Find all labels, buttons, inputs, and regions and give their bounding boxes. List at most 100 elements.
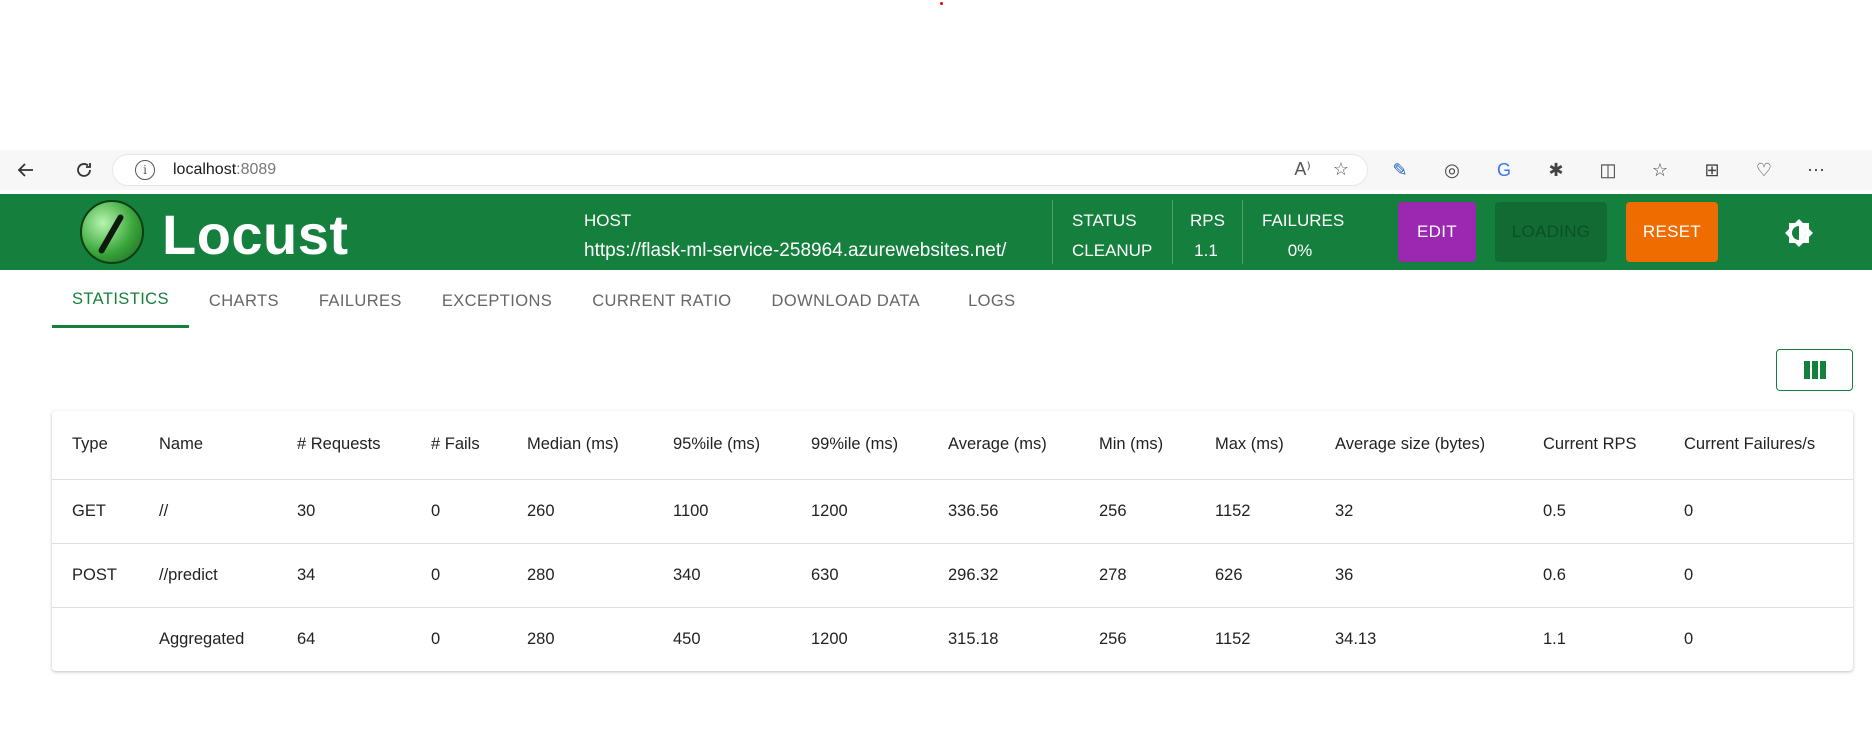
failures-block: FAILURES 0% <box>1262 206 1345 266</box>
column-header[interactable]: Average size (bytes) <box>1315 411 1523 480</box>
table-row: POST //predict 34 0 280 340 630 296.32 2… <box>52 543 1853 608</box>
browser-essentials-icon[interactable]: ♡ <box>1752 158 1776 182</box>
cell-p99: 1200 <box>791 479 928 544</box>
bug-extension-icon[interactable]: ◎ <box>1440 158 1464 182</box>
site-info-icon[interactable]: i <box>135 160 155 180</box>
read-aloud-icon[interactable]: A⁾ <box>1294 159 1310 180</box>
translate-extension-icon[interactable]: G <box>1492 158 1516 182</box>
cell-name: Aggregated <box>159 629 245 648</box>
column-header[interactable]: Average (ms) <box>928 411 1079 480</box>
cell-p99: 1200 <box>811 629 848 648</box>
url-port: :8089 <box>236 161 277 178</box>
host-value: https://flask-ml-service-258964.azureweb… <box>584 240 1007 261</box>
cell-requests: 34 <box>277 543 411 608</box>
rps-block: RPS 1.1 <box>1190 206 1225 266</box>
cell-p99: 630 <box>791 543 928 608</box>
cell-fails: 0 <box>431 629 441 648</box>
extensions-puzzle-icon[interactable]: ✱ <box>1544 158 1568 182</box>
rps-label: RPS <box>1190 211 1225 230</box>
cell-current-failures: 0 <box>1664 479 1853 544</box>
column-header[interactable]: Min (ms) <box>1079 411 1195 480</box>
statistics-table: Type Name # Requests # Fails Median (ms)… <box>52 411 1853 671</box>
cell-min: 278 <box>1079 543 1195 608</box>
cell-fails: 0 <box>411 479 507 544</box>
pen-extension-icon[interactable]: ✎ <box>1388 158 1412 182</box>
cell-current-rps: 0.5 <box>1523 479 1664 544</box>
blank-area <box>0 0 1872 150</box>
column-header[interactable]: Median (ms) <box>507 411 653 480</box>
app-title: Locust <box>162 203 349 266</box>
cell-avg-size: 36 <box>1315 543 1523 608</box>
cell-p95: 340 <box>653 543 791 608</box>
host-label: HOST <box>584 211 632 230</box>
back-arrow-icon <box>17 163 33 177</box>
edit-button[interactable]: EDIT <box>1398 202 1476 262</box>
url-host: localhost <box>173 161 237 178</box>
rps-value: 1.1 <box>1194 241 1218 260</box>
cell-median: 260 <box>507 479 653 544</box>
cell-avg-size: 34.13 <box>1335 629 1377 648</box>
tab-exceptions[interactable]: EXCEPTIONS <box>422 274 572 328</box>
cell-p95: 450 <box>673 629 701 648</box>
cursor-dot <box>940 2 943 5</box>
cell-average: 315.18 <box>948 629 999 648</box>
cell-median: 280 <box>527 629 555 648</box>
cell-type <box>52 607 139 671</box>
column-select-button[interactable] <box>1776 349 1853 391</box>
tab-statistics[interactable]: STATISTICS <box>52 274 189 328</box>
favorite-star-icon[interactable]: ☆ <box>1333 159 1349 180</box>
cell-min: 256 <box>1079 479 1195 544</box>
status-label: STATUS <box>1072 211 1137 230</box>
cell-max: 1152 <box>1215 629 1251 648</box>
status-block: STATUS CLEANUP <box>1072 206 1152 266</box>
column-header[interactable]: # Fails <box>411 411 507 480</box>
view-column-icon <box>1803 361 1826 379</box>
cell-p95: 1100 <box>653 479 791 544</box>
more-menu-icon[interactable]: ⋯ <box>1804 158 1828 182</box>
status-value: CLEANUP <box>1072 241 1153 260</box>
tab-charts[interactable]: CHARTS <box>189 274 299 328</box>
cell-requests: 30 <box>277 479 411 544</box>
cell-name: //predict <box>139 543 277 608</box>
refresh-button[interactable] <box>66 152 102 188</box>
cell-average: 296.32 <box>928 543 1079 608</box>
column-header[interactable]: 99%ile (ms) <box>791 411 928 480</box>
favorites-icon[interactable]: ☆ <box>1648 158 1672 182</box>
address-bar[interactable]: i localhost:8089 A⁾ ☆ <box>112 154 1368 186</box>
extension-icons: ✎ ◎ G ✱ ◫ ☆ ⊞ ♡ ⋯ <box>1388 150 1828 190</box>
column-header[interactable]: # Requests <box>277 411 411 480</box>
cell-min: 256 <box>1099 629 1127 648</box>
failures-value: 0% <box>1287 241 1313 260</box>
split-screen-icon[interactable]: ◫ <box>1596 158 1620 182</box>
back-button[interactable] <box>8 152 44 188</box>
app-header: Locust HOST https://flask-ml-service-258… <box>0 194 1872 270</box>
tab-download-data[interactable]: DOWNLOAD DATA <box>752 274 941 328</box>
cell-requests: 64 <box>297 629 316 648</box>
tab-failures[interactable]: FAILURES <box>299 274 422 328</box>
theme-toggle-icon[interactable] <box>1784 218 1814 248</box>
loading-button[interactable]: LOADING <box>1495 202 1607 262</box>
cell-avg-size: 32 <box>1315 479 1523 544</box>
column-header[interactable]: 95%ile (ms) <box>653 411 791 480</box>
cell-average: 336.56 <box>928 479 1079 544</box>
header-divider <box>1172 200 1173 264</box>
failures-label: FAILURES <box>1262 211 1345 230</box>
cell-max: 626 <box>1195 543 1315 608</box>
cell-current-failures: 0 <box>1684 629 1694 648</box>
tab-current-ratio[interactable]: CURRENT RATIO <box>572 274 751 328</box>
cell-max: 1152 <box>1195 479 1315 544</box>
column-header[interactable]: Name <box>139 411 277 480</box>
cell-median: 280 <box>507 543 653 608</box>
reset-button[interactable]: RESET <box>1626 202 1718 262</box>
cell-fails: 0 <box>411 543 507 608</box>
column-header[interactable]: Max (ms) <box>1195 411 1315 480</box>
cell-current-failures: 0 <box>1664 543 1853 608</box>
column-header[interactable]: Current RPS <box>1523 411 1664 480</box>
cell-type: GET <box>52 479 139 544</box>
table-row: GET // 30 0 260 1100 1200 336.56 256 115… <box>52 479 1853 544</box>
refresh-icon <box>77 163 91 177</box>
tab-logs[interactable]: LOGS <box>940 274 1035 328</box>
column-header[interactable]: Current Failures/s <box>1664 411 1853 480</box>
collections-icon[interactable]: ⊞ <box>1700 158 1724 182</box>
column-header[interactable]: Type <box>52 411 139 480</box>
